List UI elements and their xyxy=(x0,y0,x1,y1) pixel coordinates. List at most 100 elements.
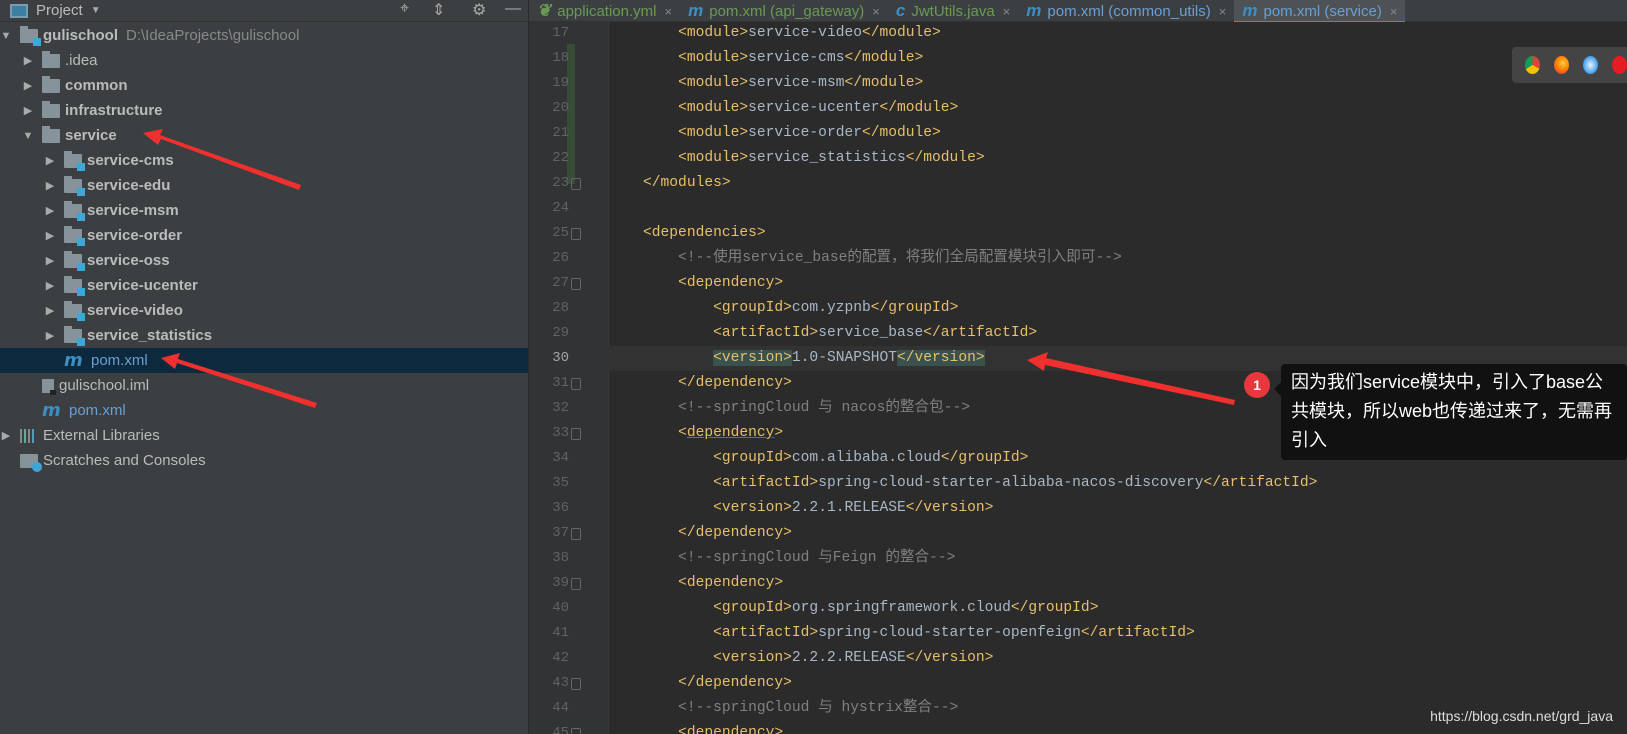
fold-icon[interactable] xyxy=(571,528,581,540)
code-line[interactable]: <groupId>org.springframework.cloud</grou… xyxy=(608,596,1627,621)
xml-tag: </modules> xyxy=(643,175,731,191)
tree-item-label: service xyxy=(65,127,117,144)
chrome-icon[interactable] xyxy=(1525,56,1540,74)
close-icon[interactable]: × xyxy=(1219,4,1227,19)
fold-icon[interactable] xyxy=(571,578,581,590)
tab-application-yml[interactable]: ❦ application.yml × xyxy=(529,0,680,22)
code-line[interactable]: </dependency> xyxy=(608,521,1627,546)
expand-right-icon[interactable]: ▶ xyxy=(0,429,12,442)
close-icon[interactable]: × xyxy=(664,4,672,19)
code-line[interactable]: <dependency> xyxy=(608,571,1627,596)
tree-item[interactable]: Scratches and Consoles xyxy=(0,448,528,473)
tree-item[interactable]: gulischool.iml xyxy=(0,373,528,398)
code-line[interactable]: <version>2.2.2.RELEASE</version> xyxy=(608,646,1627,671)
code-line[interactable]: <module>service_statistics</module> xyxy=(608,146,1627,171)
code-line[interactable]: <version>2.2.1.RELEASE</version> xyxy=(608,496,1627,521)
expand-right-icon[interactable]: ▶ xyxy=(22,54,34,67)
code-line[interactable]: <!--使用service_base的配置，将我们全局配置模块引入即可--> xyxy=(608,246,1627,271)
matched-tag: </version> xyxy=(897,350,985,366)
project-path: D:\IdeaProjects\gulischool xyxy=(126,27,300,44)
code-line[interactable]: <module>service-video</module> xyxy=(608,22,1627,46)
locate-icon[interactable]: ⌖ xyxy=(400,0,409,18)
tree-item[interactable]: ▶ service_statistics xyxy=(0,323,528,348)
xml-text: 2.2.1.RELEASE xyxy=(791,500,906,516)
expand-right-icon[interactable]: ▶ xyxy=(44,179,56,192)
fold-icon[interactable] xyxy=(571,428,581,440)
xml-tag: <module> xyxy=(678,50,749,66)
xml-tag: </groupId> xyxy=(870,300,959,316)
tab-jwtutils-java[interactable]: c JwtUtils.java × xyxy=(888,0,1018,22)
tree-item[interactable]: ▶ service-video xyxy=(0,298,528,323)
xml-tag: </dependency> xyxy=(678,525,792,541)
code-line[interactable]: <!--springCloud 与Feign 的整合--> xyxy=(608,546,1627,571)
close-icon[interactable]: × xyxy=(872,4,880,19)
expand-right-icon[interactable]: ▶ xyxy=(44,154,56,167)
code-line[interactable] xyxy=(608,196,1627,221)
tree-item[interactable]: ▶ service-cms xyxy=(0,148,528,173)
code-line[interactable]: <artifactId>service_base</artifactId> xyxy=(608,321,1627,346)
project-panel-title[interactable]: Project xyxy=(36,2,83,19)
tab-pom-xml-common-utils-[interactable]: m pom.xml (common_utils) × xyxy=(1018,0,1234,22)
tree-item[interactable]: ▶ service-ucenter xyxy=(0,273,528,298)
code-line[interactable]: <artifactId>spring-cloud-starter-alibaba… xyxy=(608,471,1627,496)
expand-right-icon[interactable]: ▶ xyxy=(22,104,34,117)
code-line[interactable]: <module>service-msm</module> xyxy=(608,71,1627,96)
fold-icon[interactable] xyxy=(571,678,581,690)
expand-right-icon[interactable]: ▶ xyxy=(44,254,56,267)
gear-icon[interactable]: ⚙ xyxy=(472,0,486,20)
tree-item[interactable]: ▼ gulischool D:\IdeaProjects\gulischool xyxy=(0,23,528,48)
xml-tag: </module> xyxy=(844,50,924,66)
expand-right-icon[interactable]: ▶ xyxy=(44,329,56,342)
safari-icon[interactable] xyxy=(1583,56,1598,74)
fold-icon[interactable] xyxy=(571,278,581,290)
collapse-icon[interactable]: ⇕ xyxy=(432,0,445,20)
tree-item[interactable]: m pom.xml xyxy=(0,348,528,373)
xml-tag: < xyxy=(678,425,687,441)
line-number: 24 xyxy=(552,200,569,216)
code-line[interactable]: </modules> xyxy=(608,171,1627,196)
tree-item[interactable]: ▶ service-order xyxy=(0,223,528,248)
maven-icon: m xyxy=(1026,1,1042,20)
fold-icon[interactable] xyxy=(571,728,581,734)
opera-icon[interactable] xyxy=(1612,56,1627,74)
tree-item[interactable]: ▼ service xyxy=(0,123,528,148)
module-folder-icon xyxy=(64,250,85,271)
tree-item[interactable]: ▶ service-edu xyxy=(0,173,528,198)
expand-down-icon[interactable]: ▼ xyxy=(0,30,12,42)
tree-item[interactable]: ▶ External Libraries xyxy=(0,423,528,448)
code-line[interactable]: </dependency> xyxy=(608,671,1627,696)
expand-right-icon[interactable]: ▶ xyxy=(22,79,34,92)
tree-item[interactable]: m pom.xml xyxy=(0,398,528,423)
tree-item[interactable]: ▶ service-msm xyxy=(0,198,528,223)
expand-right-icon[interactable]: ▶ xyxy=(44,204,56,217)
tree-item[interactable]: ▶ infrastructure xyxy=(0,98,528,123)
close-icon[interactable]: × xyxy=(1390,4,1398,19)
tab-pom-xml-service-[interactable]: m pom.xml (service) × xyxy=(1234,0,1406,25)
fold-icon[interactable] xyxy=(571,228,581,240)
tree-item[interactable]: ▶ common xyxy=(0,73,528,98)
code-line[interactable]: <artifactId>spring-cloud-starter-openfei… xyxy=(608,621,1627,646)
spring-icon: ❦ xyxy=(537,1,552,20)
tab-pom-xml-api-gateway-[interactable]: m pom.xml (api_gateway) × xyxy=(680,0,888,22)
tree-item[interactable]: ▶ service-oss xyxy=(0,248,528,273)
line-number: 27 xyxy=(552,275,569,291)
code-line[interactable]: <module>service-ucenter</module> xyxy=(608,96,1627,121)
fold-icon[interactable] xyxy=(571,178,581,190)
code-line[interactable]: <dependency> xyxy=(608,271,1627,296)
chevron-down-icon[interactable]: ▼ xyxy=(91,5,101,16)
firefox-icon[interactable] xyxy=(1554,56,1569,74)
xml-text: service_base xyxy=(818,325,924,341)
expand-down-icon[interactable]: ▼ xyxy=(22,130,34,142)
tree-item[interactable]: ▶ .idea xyxy=(0,48,528,73)
code-line[interactable]: <groupId>com.yzpnb</groupId> xyxy=(608,296,1627,321)
expand-right-icon[interactable]: ▶ xyxy=(44,304,56,317)
code-line[interactable]: <module>service-cms</module> xyxy=(608,46,1627,71)
minimize-icon[interactable]: — xyxy=(505,0,521,18)
expand-right-icon[interactable]: ▶ xyxy=(44,229,56,242)
code-line[interactable]: <dependencies> xyxy=(608,221,1627,246)
expand-right-icon[interactable]: ▶ xyxy=(44,279,56,292)
code-line[interactable]: <module>service-order</module> xyxy=(608,121,1627,146)
fold-icon[interactable] xyxy=(571,378,581,390)
close-icon[interactable]: × xyxy=(1003,4,1011,19)
